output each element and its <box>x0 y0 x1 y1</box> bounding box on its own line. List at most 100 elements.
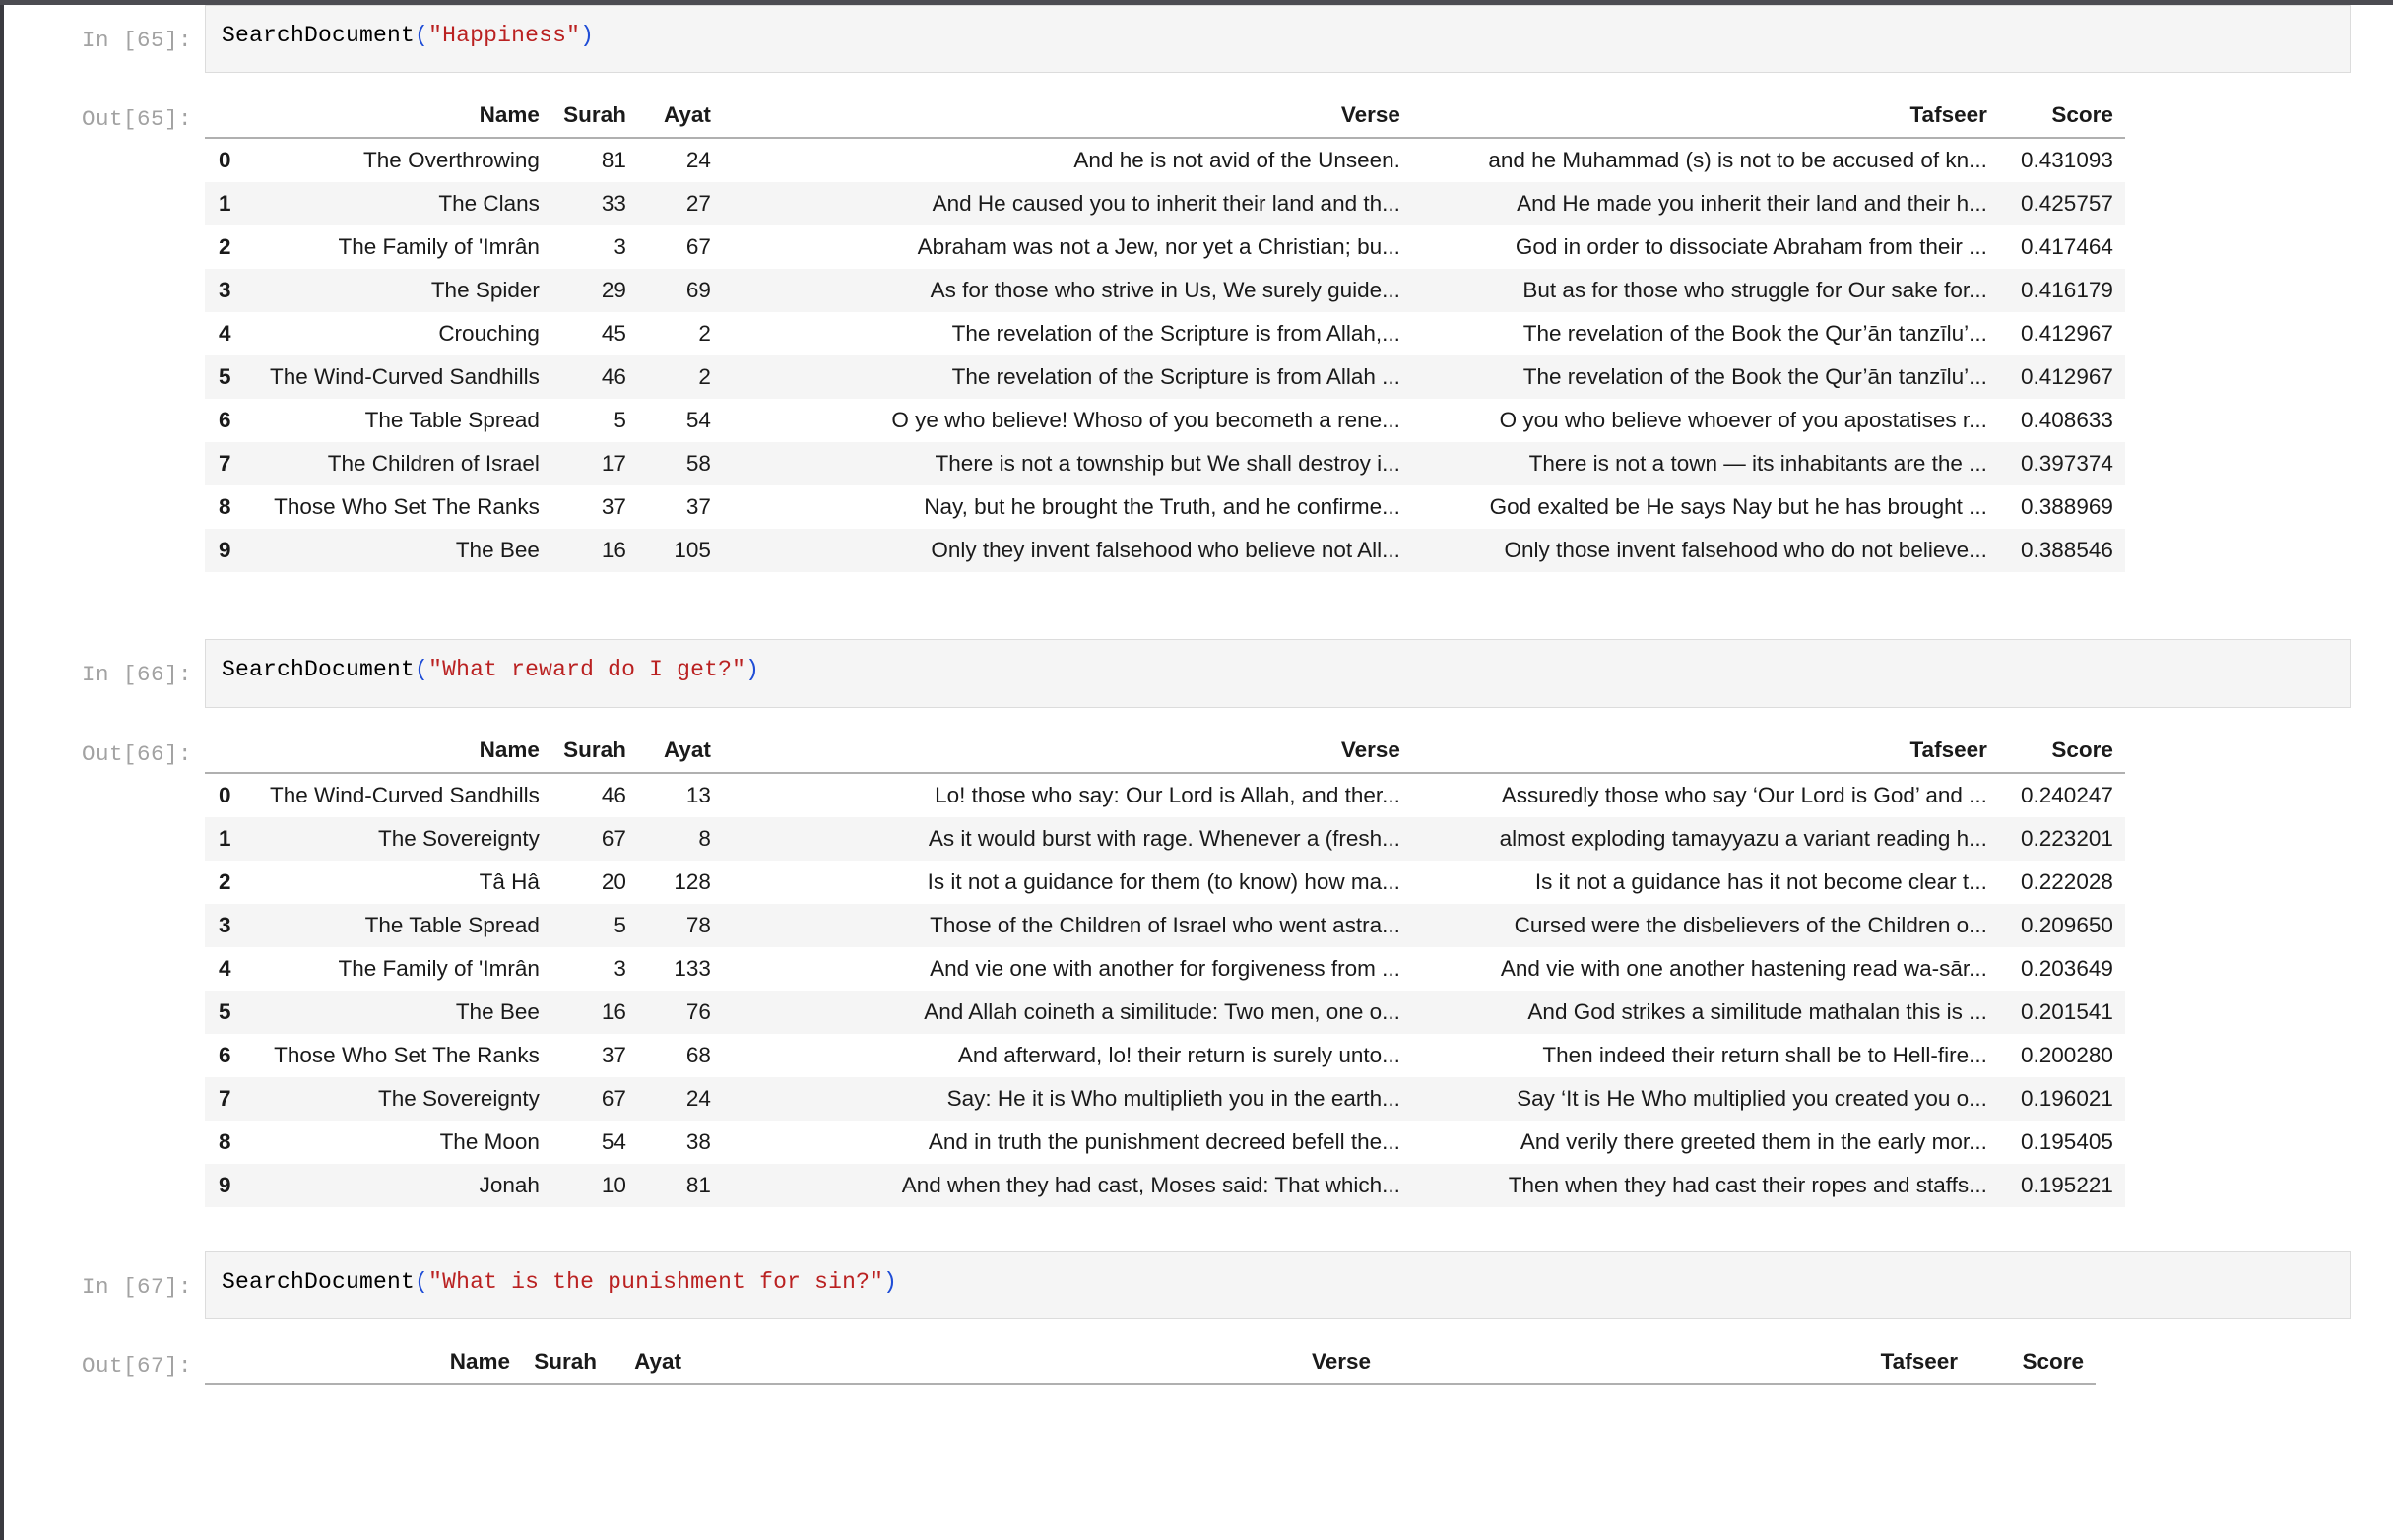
notebook-cell[interactable]: In [67]: SearchDocument("What is the pun… <box>4 1251 2393 1390</box>
code-line: SearchDocument("What reward do I get?") <box>222 654 2334 686</box>
cell-surah: 3 <box>551 947 638 991</box>
cell-name: The Overthrowing <box>258 138 551 182</box>
cell-output-row: Out[65]: Name Surah Ayat Verse <box>4 91 2393 577</box>
cell-score: 0.203649 <box>1999 947 2125 991</box>
code-editor[interactable]: SearchDocument("What reward do I get?") <box>205 639 2351 707</box>
cell-ayat: 133 <box>638 947 723 991</box>
row-index-cell: 8 <box>205 485 258 529</box>
cell-tafseer: Then when they had cast their ropes and … <box>1412 1164 1999 1207</box>
table-row: 2Tâ Hâ20128Is it not a guidance for them… <box>205 861 2125 904</box>
cell-verse: Lo! those who say: Our Lord is Allah, an… <box>723 773 1412 817</box>
table-body: 0The Overthrowing8124And he is not avid … <box>205 138 2125 572</box>
notebook-cell[interactable]: In [66]: SearchDocument("What reward do … <box>4 639 2393 1211</box>
cell-surah: 5 <box>551 904 638 947</box>
cell-verse: As it would burst with rage. Whenever a … <box>723 817 1412 861</box>
code-editor[interactable]: SearchDocument("What is the punishment f… <box>205 1251 2351 1319</box>
dataframe-output: Name Surah Ayat Verse Tafseer Score <box>205 1337 2393 1390</box>
close-paren-token: ) <box>883 1269 897 1295</box>
cell-score: 0.417464 <box>1999 225 2125 269</box>
cell-name: The Table Spread <box>258 904 551 947</box>
cell-name: The Family of 'Imrân <box>258 225 551 269</box>
table-row: 8Those Who Set The Ranks3737Nay, but he … <box>205 485 2125 529</box>
cell-ayat: 68 <box>638 1034 723 1077</box>
cell-surah: 33 <box>551 182 638 225</box>
row-index-cell: 6 <box>205 1034 258 1077</box>
cell-surah: 10 <box>551 1164 638 1207</box>
cell-score: 0.412967 <box>1999 355 2125 399</box>
cell-verse: The revelation of the Scripture is from … <box>723 355 1412 399</box>
column-header-index <box>205 96 258 138</box>
column-header-index <box>205 732 258 773</box>
results-table: Name Surah Ayat Verse Tafseer Score <box>205 1343 2096 1385</box>
cell-verse: The revelation of the Scripture is from … <box>723 312 1412 355</box>
cell-ayat: 24 <box>638 1077 723 1121</box>
cell-tafseer: And verily there greeted them in the ear… <box>1412 1121 1999 1164</box>
cell-tafseer: Then indeed their return shall be to Hel… <box>1412 1034 1999 1077</box>
row-index-cell: 2 <box>205 225 258 269</box>
cell-ayat: 78 <box>638 904 723 947</box>
cell-score: 0.240247 <box>1999 773 2125 817</box>
cell-verse: Is it not a guidance for them (to know) … <box>723 861 1412 904</box>
cell-ayat: 2 <box>638 355 723 399</box>
cell-ayat: 76 <box>638 991 723 1034</box>
table-row: 9Jonah1081And when they had cast, Moses … <box>205 1164 2125 1207</box>
cell-verse: And in truth the punishment decreed befe… <box>723 1121 1412 1164</box>
cell-surah: 5 <box>551 399 638 442</box>
cell-verse: Those of the Children of Israel who went… <box>723 904 1412 947</box>
open-paren-token: ( <box>415 1269 428 1295</box>
column-header-surah: Surah <box>551 96 638 138</box>
cell-score: 0.412967 <box>1999 312 2125 355</box>
notebook-cell[interactable]: In [65]: SearchDocument("Happiness") Out… <box>4 5 2393 577</box>
open-paren-token: ( <box>415 657 428 682</box>
open-paren-token: ( <box>415 23 428 48</box>
cell-surah: 17 <box>551 442 638 485</box>
column-header-name: Name <box>258 1343 522 1384</box>
cell-surah: 29 <box>551 269 638 312</box>
table-row: 0The Overthrowing8124And he is not avid … <box>205 138 2125 182</box>
cell-score: 0.222028 <box>1999 861 2125 904</box>
cell-ayat: 105 <box>638 529 723 572</box>
table-row: 4The Family of 'Imrân3133And vie one wit… <box>205 947 2125 991</box>
input-prompt-label: In [66]: <box>4 639 205 689</box>
column-header-tafseer: Tafseer <box>1412 96 1999 138</box>
row-index-cell: 7 <box>205 442 258 485</box>
table-header: Name Surah Ayat Verse Tafseer Score <box>205 732 2125 773</box>
cell-ayat: 37 <box>638 485 723 529</box>
table-row: 8The Moon5438And in truth the punishment… <box>205 1121 2125 1164</box>
cell-score: 0.388546 <box>1999 529 2125 572</box>
cell-ayat: 58 <box>638 442 723 485</box>
close-paren-token: ) <box>580 23 594 48</box>
cell-tafseer: And He made you inherit their land and t… <box>1412 182 1999 225</box>
table-body: 0The Wind-Curved Sandhills4613Lo! those … <box>205 773 2125 1207</box>
table-row: 0The Wind-Curved Sandhills4613Lo! those … <box>205 773 2125 817</box>
cell-ayat: 2 <box>638 312 723 355</box>
cell-surah: 16 <box>551 991 638 1034</box>
column-header-score: Score <box>1999 732 2125 773</box>
row-index-cell: 1 <box>205 182 258 225</box>
cell-name: Jonah <box>258 1164 551 1207</box>
column-header-name: Name <box>258 732 551 773</box>
cell-output-row: Out[67]: Name Surah Ayat Verse <box>4 1337 2393 1390</box>
cell-tafseer: Is it not a guidance has it not become c… <box>1412 861 1999 904</box>
cell-tafseer: Only those invent falsehood who do not b… <box>1412 529 1999 572</box>
cell-verse: And when they had cast, Moses said: That… <box>723 1164 1412 1207</box>
cell-surah: 67 <box>551 817 638 861</box>
column-header-tafseer: Tafseer <box>1412 732 1999 773</box>
results-table: Name Surah Ayat Verse Tafseer Score 0The… <box>205 96 2125 572</box>
cell-score: 0.223201 <box>1999 817 2125 861</box>
notebook-container: In [65]: SearchDocument("Happiness") Out… <box>4 5 2393 1390</box>
string-argument-token: "What reward do I get?" <box>428 657 745 682</box>
cell-ayat: 24 <box>638 138 723 182</box>
window-left-edge <box>0 0 4 1540</box>
dataframe-output: Name Surah Ayat Verse Tafseer Score 0The… <box>205 91 2393 577</box>
cell-ayat: 8 <box>638 817 723 861</box>
close-paren-token: ) <box>745 657 759 682</box>
cell-score: 0.196021 <box>1999 1077 2125 1121</box>
code-editor[interactable]: SearchDocument("Happiness") <box>205 5 2351 73</box>
cell-verse: And He caused you to inherit their land … <box>723 182 1412 225</box>
cell-input-row: In [65]: SearchDocument("Happiness") <box>4 5 2393 73</box>
column-header-ayat: Ayat <box>609 1343 693 1384</box>
code-line: SearchDocument("Happiness") <box>222 20 2334 52</box>
cell-verse: There is not a township but We shall des… <box>723 442 1412 485</box>
column-header-surah: Surah <box>522 1343 609 1384</box>
